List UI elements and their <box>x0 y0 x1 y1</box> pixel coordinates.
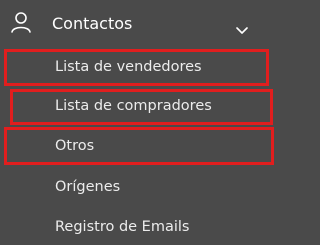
menu-header-label: Contactos <box>52 14 133 33</box>
user-icon <box>10 11 32 33</box>
chevron-down-icon[interactable] <box>236 20 248 34</box>
submenu-item-otros[interactable]: Otros <box>55 137 94 155</box>
submenu-item-lista-de-vendedores[interactable]: Lista de vendedores <box>55 58 202 76</box>
menu-header-contactos[interactable]: Contactos <box>0 0 278 50</box>
submenu-item-registro-de-emails[interactable]: Registro de Emails <box>55 218 189 236</box>
sidebar-menu: Contactos Lista de vendedores Lista de c… <box>0 0 278 245</box>
submenu-item-origenes[interactable]: Orígenes <box>55 178 120 196</box>
highlight-box-otros <box>4 127 274 165</box>
submenu-item-lista-de-compradores[interactable]: Lista de compradores <box>55 97 212 115</box>
